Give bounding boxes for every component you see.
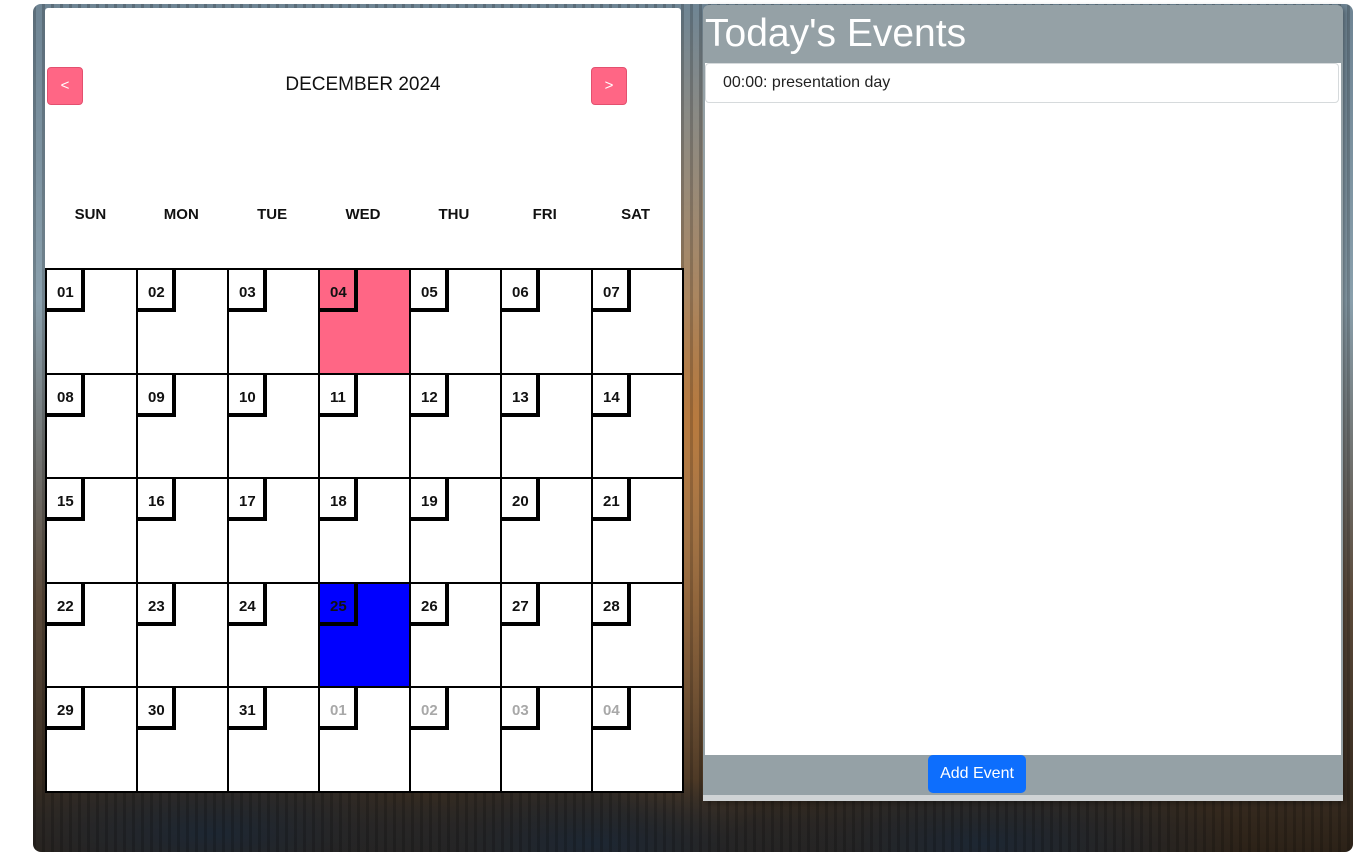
- day-cell[interactable]: 13: [502, 374, 593, 480]
- day-cell[interactable]: 12: [411, 374, 502, 480]
- month-label: DECEMBER 2024: [285, 74, 441, 95]
- day-cell-selected[interactable]: 04: [320, 270, 411, 375]
- day-number: 11: [320, 374, 358, 417]
- day-number: 22: [47, 583, 85, 626]
- day-number: 01: [47, 270, 85, 312]
- day-cell[interactable]: 29: [47, 688, 138, 793]
- events-panel-edge: [703, 795, 1343, 801]
- events-list: 00:00: presentation day: [705, 63, 1341, 755]
- day-number: 01: [320, 688, 358, 731]
- day-cell[interactable]: 17: [229, 479, 320, 584]
- day-number: 15: [47, 479, 85, 522]
- day-cell[interactable]: 18: [320, 479, 411, 584]
- day-number: 21: [593, 479, 631, 522]
- add-event-button[interactable]: Add Event: [928, 755, 1026, 793]
- day-cell[interactable]: 26: [411, 583, 502, 689]
- weekday-tue: TUE: [257, 206, 288, 223]
- weekday-sat: SAT: [621, 206, 651, 223]
- events-title: Today's Events: [705, 12, 967, 55]
- events-panel: Today's Events 00:00: presentation day A…: [703, 5, 1343, 801]
- day-cell[interactable]: 08: [47, 374, 138, 480]
- day-number: 18: [320, 479, 358, 522]
- day-number: 07: [593, 270, 631, 312]
- day-cell[interactable]: 06: [502, 270, 593, 375]
- day-number: 05: [411, 270, 449, 312]
- day-number: 02: [138, 270, 176, 312]
- weekday-wed: WED: [345, 206, 381, 223]
- day-number: 03: [502, 688, 540, 731]
- day-number: 24: [229, 583, 267, 626]
- day-cell[interactable]: 04: [593, 688, 684, 793]
- day-number: 20: [502, 479, 540, 522]
- day-cell[interactable]: 27: [502, 583, 593, 689]
- prev-month-button[interactable]: <: [47, 67, 83, 105]
- day-number: 25: [320, 583, 358, 626]
- day-cell[interactable]: 02: [138, 270, 229, 375]
- day-number: 30: [138, 688, 176, 731]
- day-cell[interactable]: 02: [411, 688, 502, 793]
- day-cell[interactable]: 11: [320, 374, 411, 480]
- day-cell[interactable]: 07: [593, 270, 684, 375]
- day-cell[interactable]: 15: [47, 479, 138, 584]
- weekday-sun: SUN: [74, 206, 107, 223]
- day-number: 08: [47, 374, 85, 417]
- next-month-button[interactable]: >: [591, 67, 627, 105]
- day-number: 23: [138, 583, 176, 626]
- day-number: 09: [138, 374, 176, 417]
- day-cell[interactable]: 03: [502, 688, 593, 793]
- day-number: 27: [502, 583, 540, 626]
- day-cell[interactable]: 01: [47, 270, 138, 375]
- weekday-mon: MON: [163, 206, 199, 223]
- events-footer: Add Event: [705, 755, 1341, 795]
- day-number: 26: [411, 583, 449, 626]
- day-cell[interactable]: 16: [138, 479, 229, 584]
- day-cell[interactable]: 19: [411, 479, 502, 584]
- calendar-panel: < DECEMBER 2024 > SUN MON TUE WED THU FRI SAT …: [45, 8, 684, 793]
- day-number: 04: [320, 270, 358, 312]
- day-number: 28: [593, 583, 631, 626]
- day-cell[interactable]: 24: [229, 583, 320, 689]
- day-cell[interactable]: 03: [229, 270, 320, 375]
- day-cell[interactable]: 10: [229, 374, 320, 480]
- day-number: 14: [593, 374, 631, 417]
- day-cell[interactable]: 01: [320, 688, 411, 793]
- day-cell[interactable]: 14: [593, 374, 684, 480]
- day-number: 12: [411, 374, 449, 417]
- day-cell[interactable]: 22: [47, 583, 138, 689]
- day-number: 16: [138, 479, 176, 522]
- day-cell[interactable]: 28: [593, 583, 684, 689]
- days-grid: 01 02 03 04 05 06 07 08 09 10 11 12 13 14 15 16 17 18 19 20…: [45, 268, 684, 793]
- day-number: 17: [229, 479, 267, 522]
- day-cell[interactable]: 05: [411, 270, 502, 375]
- weekday-fri: FRI: [532, 206, 557, 223]
- day-cell[interactable]: 21: [593, 479, 684, 584]
- day-cell-today[interactable]: 25: [320, 583, 411, 689]
- day-cell[interactable]: 23: [138, 583, 229, 689]
- weekday-thu: THU: [438, 206, 470, 223]
- day-cell[interactable]: 31: [229, 688, 320, 793]
- day-number: 13: [502, 374, 540, 417]
- day-number: 02: [411, 688, 449, 731]
- day-cell[interactable]: 09: [138, 374, 229, 480]
- day-number: 03: [229, 270, 267, 312]
- day-number: 29: [47, 688, 85, 731]
- day-number: 19: [411, 479, 449, 522]
- day-number: 10: [229, 374, 267, 417]
- weekday-header: SUN MON TUE WED THU FRI SAT: [45, 206, 681, 226]
- day-number: 06: [502, 270, 540, 312]
- day-cell[interactable]: 20: [502, 479, 593, 584]
- calendar-header: < DECEMBER 2024 >: [45, 67, 681, 105]
- day-number: 31: [229, 688, 267, 731]
- event-item[interactable]: 00:00: presentation day: [705, 63, 1339, 103]
- day-cell[interactable]: 30: [138, 688, 229, 793]
- day-number: 04: [593, 688, 631, 731]
